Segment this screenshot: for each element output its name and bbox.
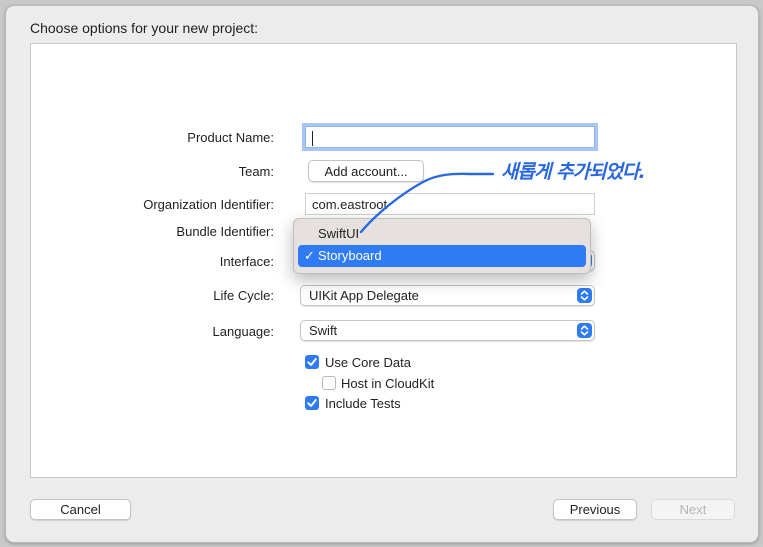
annotation-stroke <box>359 172 495 234</box>
options-panel: Product Name: Team: Add account... Organ… <box>30 43 737 478</box>
previous-button[interactable]: Previous <box>553 499 637 520</box>
next-button[interactable]: Next <box>651 499 735 520</box>
new-project-dialog: Choose options for your new project: Pro… <box>5 5 759 543</box>
annotation-text: 새롭게 추가되었다. <box>501 161 646 183</box>
dialog-header: Choose options for your new project: <box>30 20 259 36</box>
cancel-button[interactable]: Cancel <box>30 499 131 520</box>
